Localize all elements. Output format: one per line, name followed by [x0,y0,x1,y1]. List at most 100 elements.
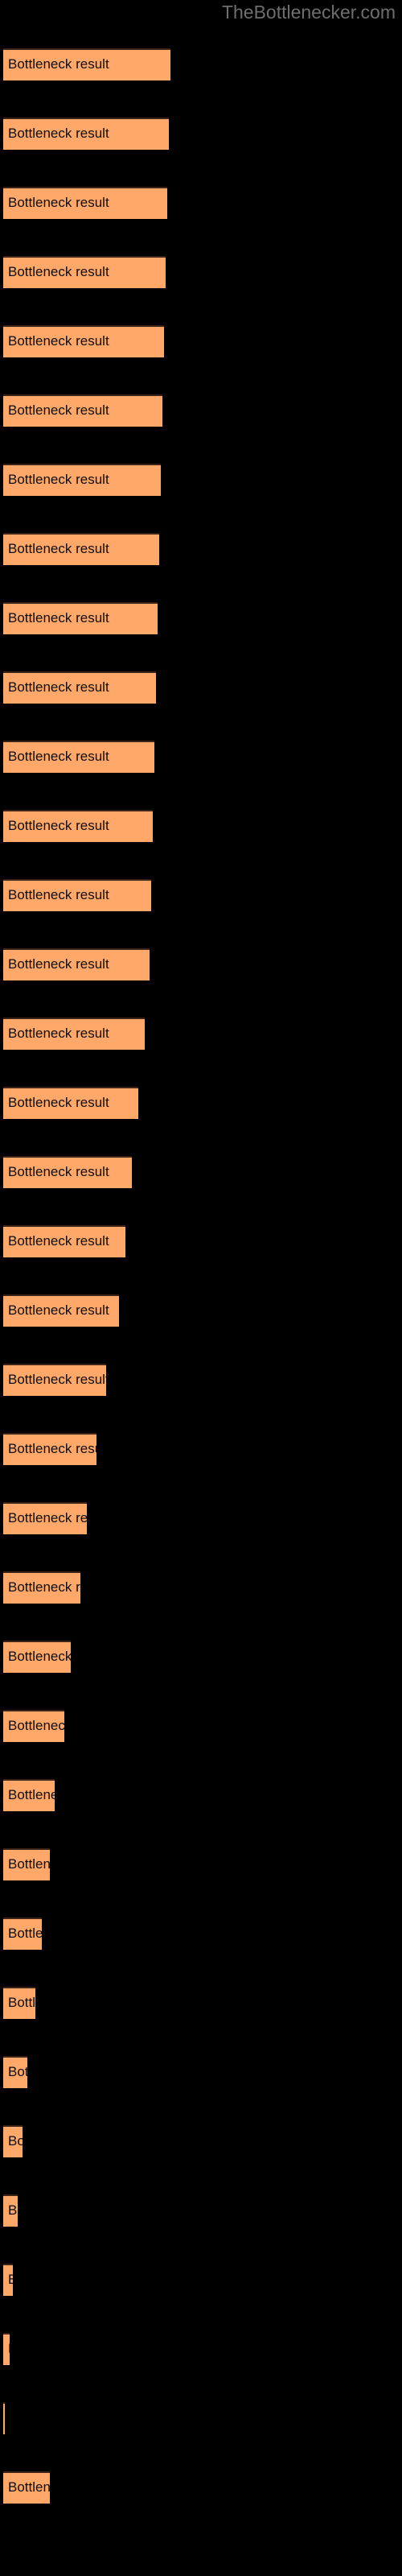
bar-label: Bottleneck result [8,402,109,418]
bar-clip: Bottleneck result [3,810,153,842]
bar-clip: Bottleneck result [3,1018,145,1050]
bar-clip: Bottleneck result [3,671,156,704]
bar-row[interactable]: Bottleneck result [3,1710,64,1742]
bar-row[interactable]: Bottleneck result [3,1294,119,1327]
bar-clip: Bottleneck result [3,879,151,911]
bar-label: Bottleneck result [8,541,109,556]
bar-clip: Bottleneck result [3,1987,35,2019]
bar-label: Bottleneck result [8,679,109,695]
bar-label: Bottleneck result [8,1164,109,1179]
bar-fill[interactable] [3,2402,5,2434]
bar-label: Bottleneck result [8,264,109,279]
bar-row[interactable]: Bottleneck result [3,1364,106,1396]
bottleneck-bar-chart: Bottleneck result Bottleneck result Bottle… [0,0,402,2576]
bar-label: Bottleneck result [8,1026,109,1041]
bar-clip: Bottleneck result [3,2471,50,2504]
bar-row[interactable]: Bottleneck result [3,1502,87,1534]
bar-label: Bottleneck result [8,1926,42,1941]
bar-row[interactable]: Bottleneck result [3,464,161,496]
bar-label: Bottleneck result [8,1995,35,2010]
bar-row[interactable]: Bottleneck result [3,2056,27,2088]
bar-clip: Bottleneck result [3,256,166,288]
bar-clip: Bottleneck result [3,1848,50,1880]
bar-label: Bottleneck result [8,1856,50,1872]
bar-label: Bottleneck result [8,2479,50,2495]
bar-clip: Bottleneck result [3,1433,96,1465]
bar-clip: Bottleneck result [3,533,159,565]
bar-row[interactable]: Bottleneck result [3,325,164,357]
bar-clip: Bottleneck result [3,118,169,150]
bar-clip: Bottleneck result [3,1502,87,1534]
bar-row[interactable]: Bottleneck result [3,602,158,634]
bar-row[interactable]: Bottleneck result [3,1087,138,1119]
bar-row[interactable]: Bottleneck result [3,2264,13,2296]
bar-clip: Bottleneck result [3,1571,80,1604]
bar-label: Bottleneck result [8,1233,109,1249]
bar-label: Bottleneck result [8,2202,18,2218]
bar-clip: Bottleneck result [3,1641,71,1673]
bar-row[interactable]: Bottleneck result [3,394,162,427]
bar-row[interactable]: Bottleneck result [3,1779,55,1811]
bar-clip: Bottleneck result [3,948,150,980]
bar-label: Bottleneck result [8,126,109,141]
bar-row[interactable]: Bottleneck result [3,1918,42,1950]
bar-label: Bottleneck result [8,1787,55,1802]
bar-clip: Bottleneck result [3,2333,10,2365]
bar-row[interactable]: Bottleneck result [3,1571,80,1604]
bar-row[interactable]: Bottleneck result [3,1156,132,1188]
bar-row[interactable]: Bottleneck result [3,741,154,773]
bar-label: Bottleneck result [8,2272,13,2287]
bar-clip: Bottleneck result [3,1225,125,1257]
bar-label: Bottleneck result [8,818,109,833]
bar-clip: Bottleneck result [3,2264,13,2296]
bar-row[interactable]: Bottleneck result [3,533,159,565]
bar-row[interactable]: Bottleneck result [3,2471,50,2504]
bar-clip: Bottleneck result [3,1156,132,1188]
bar-clip: Bottleneck result [3,2402,5,2434]
bar-label: Bottleneck result [8,1441,96,1456]
bar-clip: Bottleneck result [3,1710,64,1742]
bar-clip: Bottleneck result [3,1779,55,1811]
bar-row[interactable]: Bottleneck result [3,671,156,704]
bar-clip: Bottleneck result [3,394,162,427]
bar-row[interactable]: Bottleneck result [3,187,167,219]
bar-row[interactable]: Bottleneck result [3,48,170,80]
bar-label: Bottleneck result [8,956,109,972]
bar-row[interactable]: Bottleneck result [3,1987,35,2019]
bar-clip: Bottleneck result [3,187,167,219]
bar-row[interactable]: Bottleneck result [3,1641,71,1673]
bar-clip: Bottleneck result [3,2056,27,2088]
bar-clip: Bottleneck result [3,2125,23,2157]
bar-label: Bottleneck result [8,1649,71,1664]
bar-row[interactable]: Bottleneck result [3,810,153,842]
bar-row[interactable]: Bottleneck result [3,1225,125,1257]
bar-clip: Bottleneck result [3,1918,42,1950]
bar-label: Bottleneck result [8,2333,10,2365]
bar-clip: Bottleneck result [3,48,170,80]
bar-row[interactable]: Bottleneck result [3,2402,5,2434]
bar-label: Bottleneck result [8,472,109,487]
bar-clip: Bottleneck result [3,2194,18,2227]
bar-row[interactable]: Bottleneck result [3,2333,10,2365]
bar-label: Bottleneck result [8,1510,87,1525]
bar-row[interactable]: Bottleneck result [3,118,169,150]
bar-label: Bottleneck result [8,887,109,902]
bar-label: Bottleneck result [8,610,109,625]
bar-row[interactable]: Bottleneck result [3,2125,23,2157]
bar-label: Bottleneck result [8,1579,80,1595]
bar-label: Bottleneck result [8,1302,109,1318]
bar-row[interactable]: Bottleneck result [3,1433,96,1465]
bar-label: Bottleneck result [8,1095,109,1110]
bar-label: Bottleneck result [8,195,109,210]
bar-row[interactable]: Bottleneck result [3,1018,145,1050]
bar-clip: Bottleneck result [3,741,154,773]
bar-row[interactable]: Bottleneck result [3,1848,50,1880]
bar-clip: Bottleneck result [3,1294,119,1327]
bar-row[interactable]: Bottleneck result [3,879,151,911]
bar-label: Bottleneck result [8,56,109,72]
bar-label: Bottleneck result [8,2133,23,2149]
bar-row[interactable]: Bottleneck result [3,2194,18,2227]
bar-row[interactable]: Bottleneck result [3,948,150,980]
bar-clip: Bottleneck result [3,1087,138,1119]
bar-row[interactable]: Bottleneck result [3,256,166,288]
